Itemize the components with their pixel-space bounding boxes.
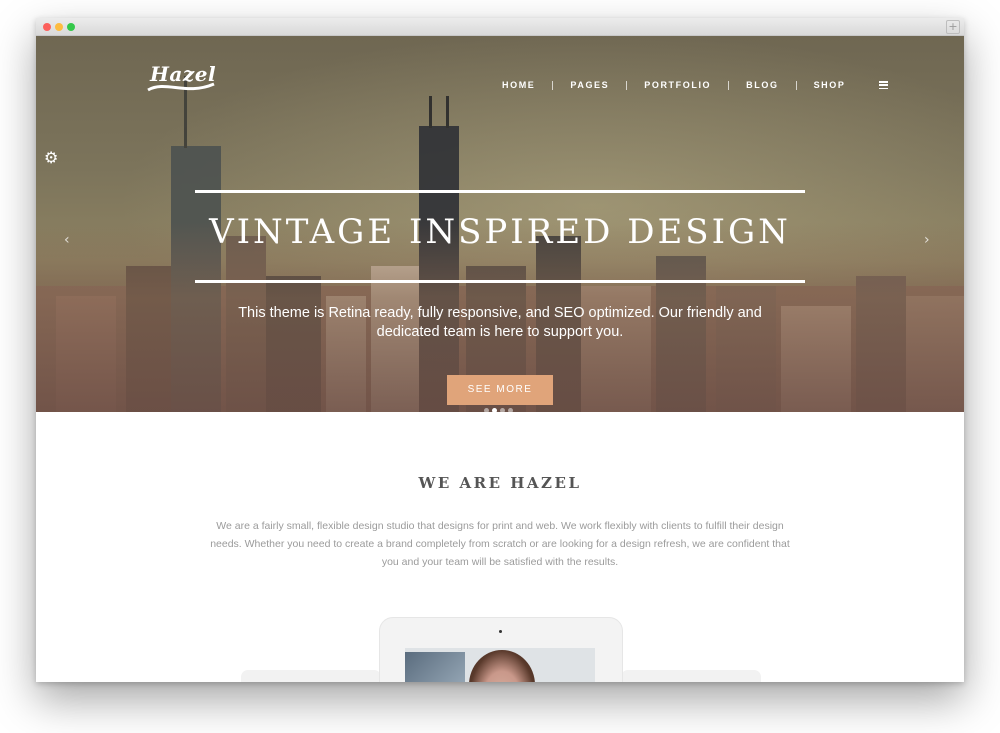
nav-blog[interactable]: BLOG xyxy=(746,80,778,90)
minimize-window-button[interactable] xyxy=(55,23,63,31)
site-logo[interactable]: Hazel xyxy=(146,62,216,98)
hero-title: VINTAGE INSPIRED DESIGN xyxy=(209,212,791,252)
close-window-button[interactable] xyxy=(43,23,51,31)
camera-icon xyxy=(499,630,502,633)
tablet-screen-image xyxy=(405,648,595,682)
nav-pages[interactable]: PAGES xyxy=(570,80,609,90)
nav-divider xyxy=(552,80,554,90)
hero-slider: Hazel HOME PAGES PORTFOLIO BLOG SHOP ⚙ ‹… xyxy=(36,36,964,412)
slide-dot[interactable] xyxy=(484,408,489,412)
browser-window: + Hazel HOME PAGES PORTFOLIO BLOG SHOP ⚙… xyxy=(36,18,964,682)
device-base-right xyxy=(621,670,761,682)
chevron-right-icon[interactable]: › xyxy=(924,232,930,248)
nav-shop[interactable]: SHOP xyxy=(814,80,846,90)
nav-home[interactable]: HOME xyxy=(502,80,535,90)
hero-subtitle: This theme is Retina ready, fully respon… xyxy=(238,305,762,340)
hamburger-menu-icon[interactable] xyxy=(879,81,889,89)
nav-divider xyxy=(795,80,797,90)
nav-divider xyxy=(728,80,730,90)
device-base-left xyxy=(241,670,381,682)
tablet-mockup xyxy=(379,617,623,682)
chevron-left-icon[interactable]: ‹ xyxy=(64,232,70,248)
main-navigation: HOME PAGES PORTFOLIO BLOG SHOP xyxy=(502,80,889,90)
slide-dot[interactable] xyxy=(508,408,513,412)
slider-pagination xyxy=(484,408,513,412)
browser-titlebar: + xyxy=(36,18,964,36)
maximize-window-button[interactable] xyxy=(67,23,75,31)
title-rule-top xyxy=(195,190,805,193)
title-rule-bottom xyxy=(195,280,805,283)
nav-divider xyxy=(626,80,628,90)
nav-portfolio[interactable]: PORTFOLIO xyxy=(644,80,711,90)
slide-dot[interactable] xyxy=(500,408,505,412)
section-title: WE ARE HAZEL xyxy=(418,474,582,492)
logo-swoosh-icon xyxy=(147,82,215,92)
section-description: We are a fairly small, flexible design s… xyxy=(210,520,790,568)
slide-dot-active[interactable] xyxy=(492,408,497,412)
gear-icon[interactable]: ⚙ xyxy=(44,148,58,167)
plus-icon[interactable]: + xyxy=(946,20,960,34)
see-more-button[interactable]: SEE MORE xyxy=(447,375,553,405)
